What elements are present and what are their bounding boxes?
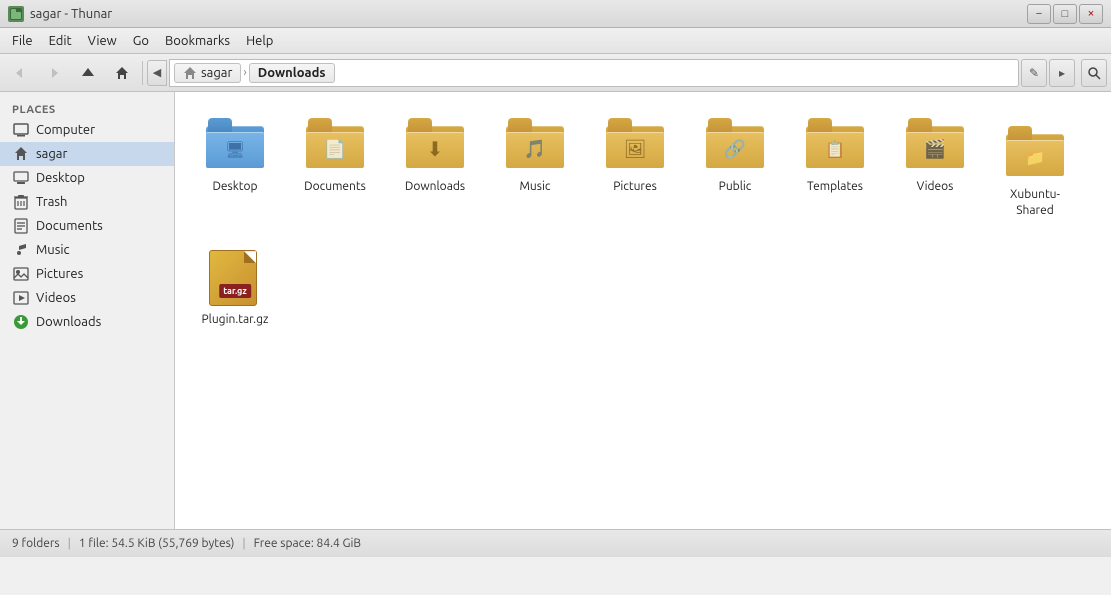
home-icon [12, 145, 30, 163]
status-folders-count: 9 folders [12, 537, 60, 550]
downloads-folder-icon: ⬇ [403, 111, 467, 175]
file-item-music[interactable]: 🎵 Music [487, 104, 583, 225]
file-item-videos[interactable]: 🎬 Videos [887, 104, 983, 225]
documents-icon [12, 217, 30, 235]
downloads-icon [12, 313, 30, 331]
breadcrumb-nav-left[interactable]: ◀ [147, 60, 167, 86]
file-item-documents[interactable]: 📄 Documents [287, 104, 383, 225]
desktop-folder-icon: 🖥 [203, 111, 267, 175]
sidebar-label-videos: Videos [36, 291, 76, 305]
status-sep1: | [68, 537, 71, 550]
sidebar: Places Computer sagar Desktop [0, 92, 175, 529]
computer-icon [12, 121, 30, 139]
videos-folder-icon: 🎬 [903, 111, 967, 175]
sidebar-item-documents[interactable]: Documents [0, 214, 174, 238]
plugin-targz-label: Plugin.tar.gz [202, 312, 269, 328]
sidebar-label-trash: Trash [36, 195, 67, 209]
menu-go[interactable]: Go [125, 31, 157, 51]
targz-file-icon: tar.gz [203, 244, 267, 308]
sidebar-item-downloads[interactable]: Downloads [0, 310, 174, 334]
music-folder-icon: 🎵 [503, 111, 567, 175]
breadcrumb-current[interactable]: Downloads [249, 63, 335, 83]
xubuntu-folder-icon: 📁 [1003, 119, 1067, 183]
menu-file[interactable]: File [4, 31, 41, 51]
file-item-downloads[interactable]: ⬇ Downloads [387, 104, 483, 225]
templates-label: Templates [807, 179, 863, 195]
sidebar-label-desktop: Desktop [36, 171, 85, 185]
sidebar-section-places: Places [0, 100, 174, 118]
app-icon [8, 6, 24, 22]
sidebar-item-desktop[interactable]: Desktop [0, 166, 174, 190]
templates-folder-icon: 📋 [803, 111, 867, 175]
menu-help[interactable]: Help [238, 31, 281, 51]
forward-button[interactable] [38, 58, 70, 88]
status-file-info: 1 file: 54.5 KiB (55,769 bytes) [79, 537, 235, 550]
desktop-label: Desktop [212, 179, 257, 195]
breadcrumb-bar: sagar › Downloads [169, 59, 1019, 87]
window-title: sagar - Thunar [30, 7, 112, 21]
videos-label: Videos [917, 179, 954, 195]
menu-bookmarks[interactable]: Bookmarks [157, 31, 238, 51]
breadcrumb-separator: › [243, 66, 246, 79]
downloads-label: Downloads [405, 179, 465, 195]
back-button[interactable] [4, 58, 36, 88]
trash-icon [12, 193, 30, 211]
maximize-button[interactable]: □ [1053, 4, 1077, 24]
file-item-xubuntu-shared[interactable]: 📁 Xubuntu-Shared [987, 112, 1083, 225]
window-controls: − □ × [1027, 4, 1103, 24]
titlebar: sagar - Thunar − □ × [0, 0, 1111, 28]
videos-icon [12, 289, 30, 307]
documents-folder-icon: 📄 [303, 111, 367, 175]
menu-edit[interactable]: Edit [41, 31, 80, 51]
sidebar-item-pictures[interactable]: Pictures [0, 262, 174, 286]
menubar: File Edit View Go Bookmarks Help [0, 28, 1111, 54]
music-label: Music [520, 179, 551, 195]
content-area: 🖥 Desktop 📄 Documents [175, 92, 1111, 529]
sidebar-label-downloads: Downloads [36, 315, 101, 329]
music-icon [12, 241, 30, 259]
status-free-space: Free space: 84.4 GiB [254, 537, 361, 550]
toolbar-separator [142, 61, 143, 85]
xubuntu-shared-label: Xubuntu-Shared [992, 187, 1078, 218]
breadcrumb-home[interactable]: sagar [174, 63, 241, 83]
public-folder-icon: 🔗 [703, 111, 767, 175]
file-item-public[interactable]: 🔗 Public [687, 104, 783, 225]
file-item-plugin-targz[interactable]: tar.gz Plugin.tar.gz [187, 237, 283, 335]
sidebar-item-music[interactable]: Music [0, 238, 174, 262]
path-edit-button[interactable]: ✎ [1021, 59, 1047, 87]
file-grid: 🖥 Desktop 📄 Documents [187, 104, 1099, 335]
pictures-icon [12, 265, 30, 283]
sidebar-label-sagar: sagar [36, 147, 67, 161]
path-overflow-button[interactable]: ▸ [1049, 59, 1075, 87]
main-container: Places Computer sagar Desktop [0, 92, 1111, 529]
file-item-desktop[interactable]: 🖥 Desktop [187, 104, 283, 225]
search-button[interactable] [1081, 59, 1107, 87]
public-label: Public [719, 179, 752, 195]
toolbar: ◀ sagar › Downloads ✎ ▸ [0, 54, 1111, 92]
pictures-folder-icon: 🖼 [603, 111, 667, 175]
minimize-button[interactable]: − [1027, 4, 1051, 24]
sidebar-label-documents: Documents [36, 219, 103, 233]
sidebar-item-trash[interactable]: Trash [0, 190, 174, 214]
menu-view[interactable]: View [80, 31, 125, 51]
file-item-pictures[interactable]: 🖼 Pictures [587, 104, 683, 225]
status-sep2: | [242, 537, 245, 550]
sidebar-item-videos[interactable]: Videos [0, 286, 174, 310]
close-button[interactable]: × [1079, 4, 1103, 24]
pictures-label: Pictures [613, 179, 657, 195]
file-item-templates[interactable]: 📋 Templates [787, 104, 883, 225]
statusbar: 9 folders | 1 file: 54.5 KiB (55,769 byt… [0, 529, 1111, 557]
desktop-icon [12, 169, 30, 187]
documents-label: Documents [304, 179, 366, 195]
sidebar-label-computer: Computer [36, 123, 95, 137]
home-button[interactable] [106, 58, 138, 88]
sidebar-item-computer[interactable]: Computer [0, 118, 174, 142]
sidebar-label-music: Music [36, 243, 70, 257]
sidebar-item-sagar[interactable]: sagar [0, 142, 174, 166]
sidebar-label-pictures: Pictures [36, 267, 83, 281]
up-button[interactable] [72, 58, 104, 88]
